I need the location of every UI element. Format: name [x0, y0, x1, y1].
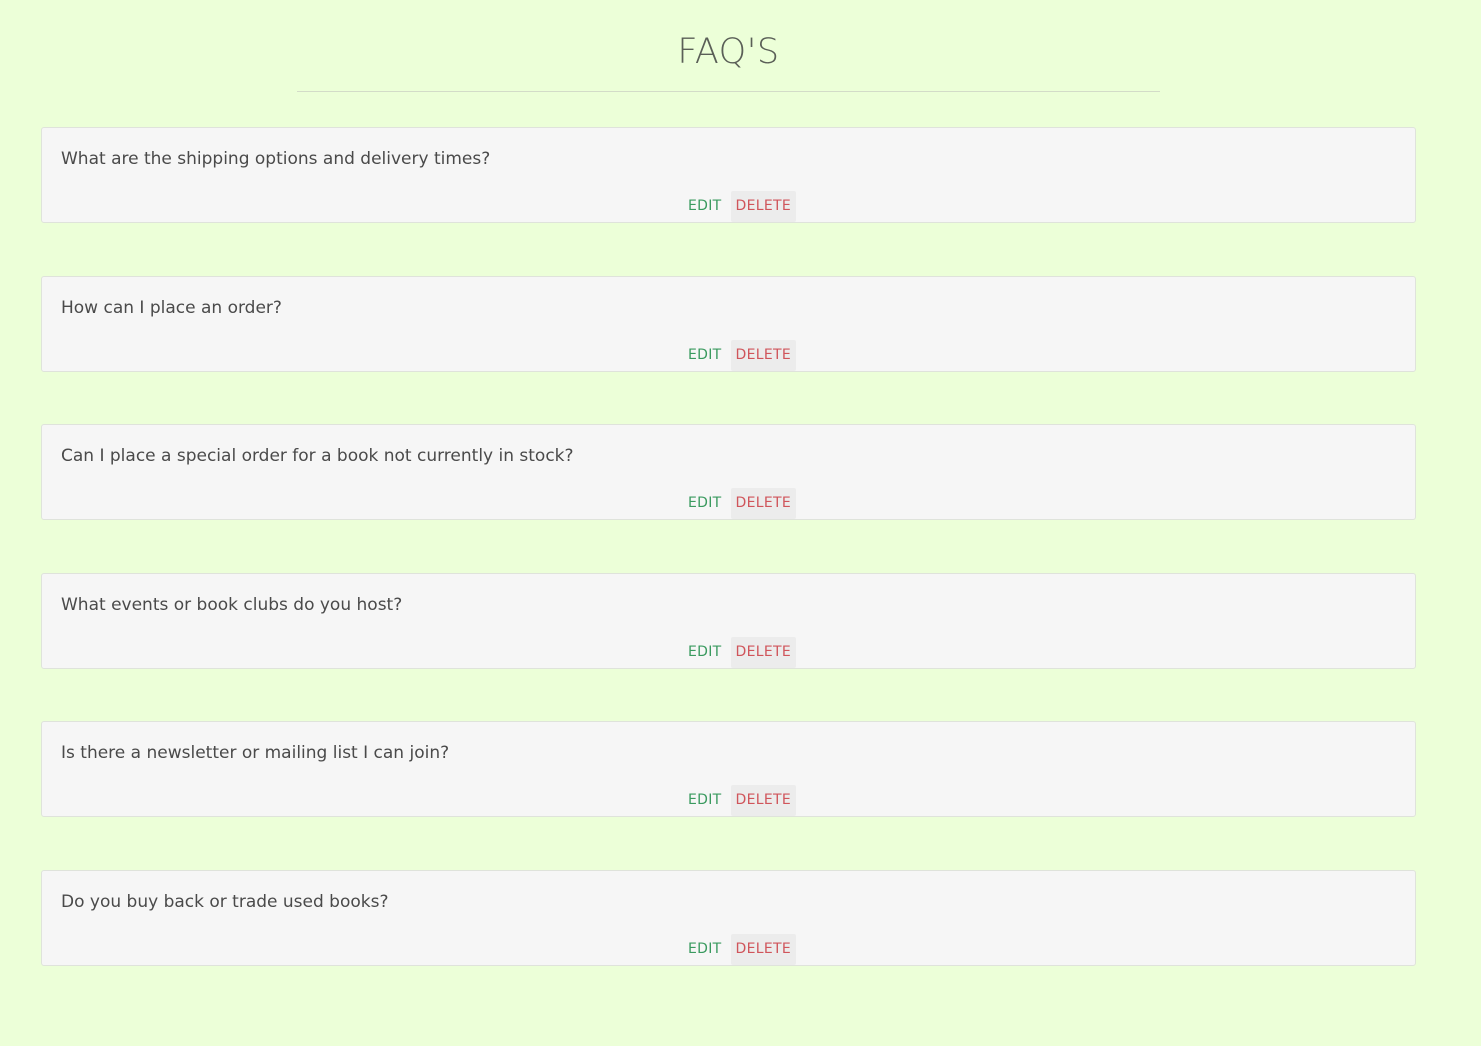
delete-button[interactable]: DELETE [730, 339, 796, 371]
page-title: FAQ'S [677, 32, 780, 72]
faq-list: What are the shipping options and delive… [41, 127, 1416, 1019]
faq-question: Is there a newsletter or mailing list I … [61, 743, 450, 764]
faq-item: Can I place a special order for a book n… [41, 424, 1416, 521]
faq-item: Is there a newsletter or mailing list I … [41, 721, 1416, 818]
faq-question: Can I place a special order for a book n… [61, 446, 574, 467]
faq-actions: EDIT DELETE [683, 933, 796, 965]
edit-button[interactable]: EDIT [683, 340, 727, 371]
edit-button[interactable]: EDIT [683, 637, 727, 668]
edit-button[interactable]: EDIT [683, 785, 727, 816]
delete-button[interactable]: DELETE [730, 191, 796, 222]
faq-item: How can I place an order? EDIT DELETE [41, 275, 1416, 372]
edit-button[interactable]: EDIT [683, 191, 727, 222]
faq-question: How can I place an order? [61, 297, 282, 318]
delete-button[interactable]: DELETE [730, 785, 796, 817]
faq-item: Do you buy back or trade used books? EDI… [41, 869, 1416, 966]
delete-button[interactable]: DELETE [730, 488, 796, 520]
title-divider [297, 91, 1160, 92]
faq-item: What events or book clubs do you host? E… [41, 572, 1416, 669]
faq-actions: EDIT DELETE [683, 488, 796, 520]
delete-button[interactable]: DELETE [730, 636, 796, 668]
faq-question: What events or book clubs do you host? [61, 594, 403, 615]
faq-item: What are the shipping options and delive… [41, 127, 1416, 223]
edit-button[interactable]: EDIT [683, 488, 727, 519]
faq-question: What are the shipping options and delive… [61, 149, 491, 169]
faq-question: Do you buy back or trade used books? [61, 891, 389, 912]
faq-actions: EDIT DELETE [683, 636, 796, 668]
edit-button[interactable]: EDIT [683, 934, 727, 965]
faq-actions: EDIT DELETE [683, 785, 796, 817]
delete-button[interactable]: DELETE [730, 933, 796, 965]
faq-actions: EDIT DELETE [683, 191, 796, 222]
faq-actions: EDIT DELETE [683, 339, 796, 371]
